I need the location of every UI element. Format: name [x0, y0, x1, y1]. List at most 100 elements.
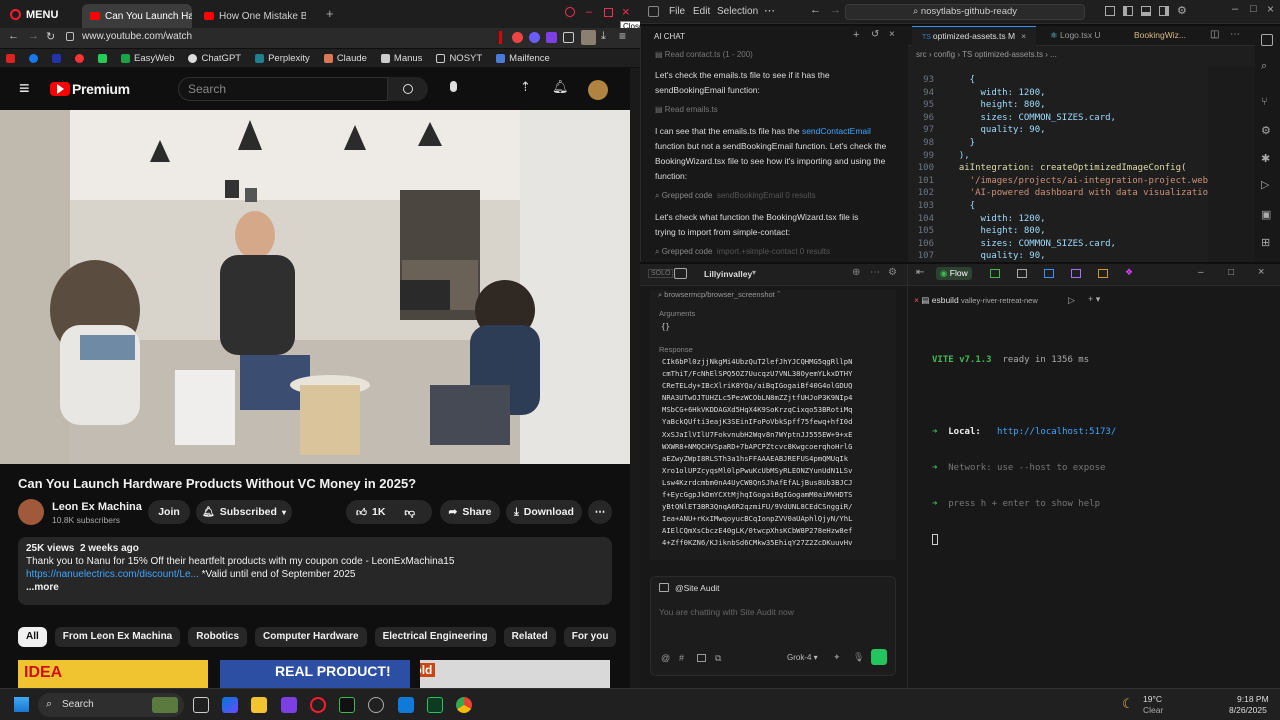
settings-gear-icon[interactable]: ⚙: [1177, 4, 1187, 17]
maximize-icon[interactable]: □: [1228, 267, 1234, 278]
terminal-output[interactable]: VITE v7.1.3 ready in 1356 ms ➜ Local: ht…: [932, 330, 1116, 573]
bookmark-mailfence[interactable]: Mailfence: [496, 53, 550, 64]
settings-gear-icon[interactable]: ⚙: [1261, 124, 1271, 137]
description-link[interactable]: https://nanuelectrics.com/discount/Le...: [26, 569, 199, 580]
join-button[interactable]: Join: [148, 500, 190, 524]
download-icon[interactable]: ⤓: [601, 30, 606, 43]
session-name[interactable]: Lillyinvalley: [704, 269, 752, 279]
chrome-icon[interactable]: [456, 697, 472, 713]
share-button[interactable]: ➦ Share: [440, 500, 500, 524]
bookmark-icon-only[interactable]: [75, 53, 84, 63]
docs-icon[interactable]: [1098, 269, 1108, 278]
menu-file[interactable]: File: [669, 6, 685, 17]
editor-tab[interactable]: ⚛ Logo.tsx U: [1042, 26, 1122, 46]
chip-for-you[interactable]: For you: [563, 627, 617, 647]
bookmark-icon-only[interactable]: [98, 53, 107, 63]
weather-condition[interactable]: Clear: [1143, 705, 1163, 715]
new-chat-icon[interactable]: +: [853, 29, 859, 41]
chip-all[interactable]: All: [18, 627, 47, 647]
browser-search-icon[interactable]: [565, 7, 575, 17]
menu-edit[interactable]: Edit: [693, 6, 710, 17]
new-tab-icon[interactable]: +: [326, 6, 334, 21]
editor-tab[interactable]: BookingWiz...: [1130, 26, 1206, 46]
chip-robotics[interactable]: Robotics: [188, 627, 248, 647]
bookmark-icon-only[interactable]: [6, 53, 15, 63]
bookmark-easyweb[interactable]: EasyWeb: [121, 53, 174, 64]
minimize-icon[interactable]: –: [1198, 267, 1204, 278]
sparkle-icon[interactable]: ✦: [833, 652, 841, 663]
copilot-icon[interactable]: [222, 697, 238, 713]
weather-temperature[interactable]: 19°C: [1143, 694, 1162, 704]
history-icon[interactable]: ↺: [871, 29, 879, 40]
chip-electrical-engineering[interactable]: Electrical Engineering: [374, 627, 496, 647]
minimize-icon[interactable]: –: [1232, 3, 1238, 15]
menu-icon[interactable]: ≡: [619, 29, 626, 43]
figma-icon[interactable]: ❖: [1125, 267, 1133, 278]
breadcrumb-item[interactable]: ...: [1050, 50, 1057, 59]
tab-close-icon[interactable]: ×: [1021, 31, 1026, 41]
bookmark-icon-only[interactable]: [52, 53, 61, 63]
grid-icon[interactable]: ⊞: [1261, 236, 1270, 249]
youtube-search-button[interactable]: [388, 77, 428, 101]
terminal-icon[interactable]: [1017, 269, 1027, 278]
tool-call-read[interactable]: ▤ Read emails.ts: [655, 105, 718, 114]
channel-avatar[interactable]: [18, 499, 44, 525]
menu-selection[interactable]: Selection: [717, 6, 758, 17]
terminal-tab[interactable]: × ▤ esbuild valley-river-retreat-new: [914, 295, 1038, 306]
reload-icon[interactable]: ↻: [46, 30, 55, 43]
puzzle-icon[interactable]: [563, 32, 574, 43]
windows-start-icon[interactable]: [14, 697, 29, 712]
tool-call-read[interactable]: ▤ Read contact.ts (1 - 200): [655, 50, 753, 59]
extension-icon[interactable]: [546, 32, 557, 43]
url-field[interactable]: www.youtube.com/watch: [82, 31, 192, 42]
send-button[interactable]: [871, 649, 887, 665]
app-icon[interactable]: [368, 697, 384, 713]
chat-input[interactable]: You are chatting with Site Audit now: [659, 607, 794, 617]
taskbar-search[interactable]: ⌕ Search: [38, 693, 184, 717]
tab-youtube-video[interactable]: Can You Launch Hard ×: [82, 4, 192, 28]
add-icon[interactable]: ⊕: [852, 267, 860, 278]
agent-chip[interactable]: @Site Audit: [675, 583, 720, 593]
tool-call-header[interactable]: ⌕ browsermcp/browser_screenshot ⌃: [658, 290, 780, 300]
page-scrollbar[interactable]: [630, 68, 640, 688]
hamburger-icon[interactable]: ≡: [19, 78, 30, 99]
secondary-sidebar-icon[interactable]: [1159, 6, 1169, 16]
weather-moon-icon[interactable]: ☾: [1122, 696, 1134, 712]
source-control-icon[interactable]: ⑂: [1261, 96, 1268, 108]
chip-computer-hardware[interactable]: Computer Hardware: [255, 627, 367, 647]
video-description[interactable]: 25K views 2 weeks ago Thank you to Nanu …: [18, 537, 612, 605]
image-icon[interactable]: [697, 654, 706, 662]
more-actions-icon[interactable]: ⋯: [1230, 29, 1240, 40]
like-icon[interactable]: 👍︎: [356, 506, 367, 519]
microphone-icon[interactable]: 🎙︎: [853, 652, 864, 663]
split-editor-icon[interactable]: ◫: [1210, 29, 1219, 40]
bookmark-chatgpt[interactable]: ChatGPT: [188, 53, 241, 64]
app-icon[interactable]: [339, 697, 355, 713]
mention-icon[interactable]: @: [661, 653, 670, 663]
breadcrumb-item[interactable]: config: [934, 50, 955, 59]
bookmark-manus[interactable]: Manus: [380, 53, 422, 64]
lock-icon[interactable]: [66, 32, 74, 41]
message-symbol-link[interactable]: sendContactEmail: [802, 126, 871, 136]
explorer-icon[interactable]: [1261, 34, 1273, 46]
opera-icon[interactable]: [310, 697, 326, 713]
run-debug-icon[interactable]: ▷: [1261, 178, 1269, 191]
forward-arrow-icon[interactable]: →: [830, 4, 841, 16]
like-count[interactable]: 1K: [372, 506, 385, 518]
chip-from-channel[interactable]: From Leon Ex Machina: [54, 627, 181, 647]
attach-icon[interactable]: ⧉: [715, 653, 721, 664]
preview-icon[interactable]: [1071, 269, 1081, 278]
extension-icon[interactable]: [529, 32, 540, 43]
sidebar-toggle-icon[interactable]: [1123, 6, 1133, 16]
recommended-thumbnail[interactable]: REAL PRODUCT!: [220, 660, 410, 688]
local-url[interactable]: http://localhost:5173/: [997, 427, 1116, 437]
microphone-icon[interactable]: [450, 81, 457, 92]
opera-menu-button[interactable]: MENU: [4, 5, 64, 24]
more-menu-icon[interactable]: ⋯: [764, 4, 775, 17]
more-actions-button[interactable]: ⋯: [588, 500, 612, 524]
command-search-box[interactable]: ⌕ nosytlabs-github-ready: [845, 4, 1085, 20]
upload-icon[interactable]: ⇡: [520, 79, 531, 95]
close-window-icon[interactable]: ×: [1267, 2, 1274, 16]
youtube-brand[interactable]: Premium: [72, 81, 130, 97]
account-avatar[interactable]: [588, 80, 608, 100]
